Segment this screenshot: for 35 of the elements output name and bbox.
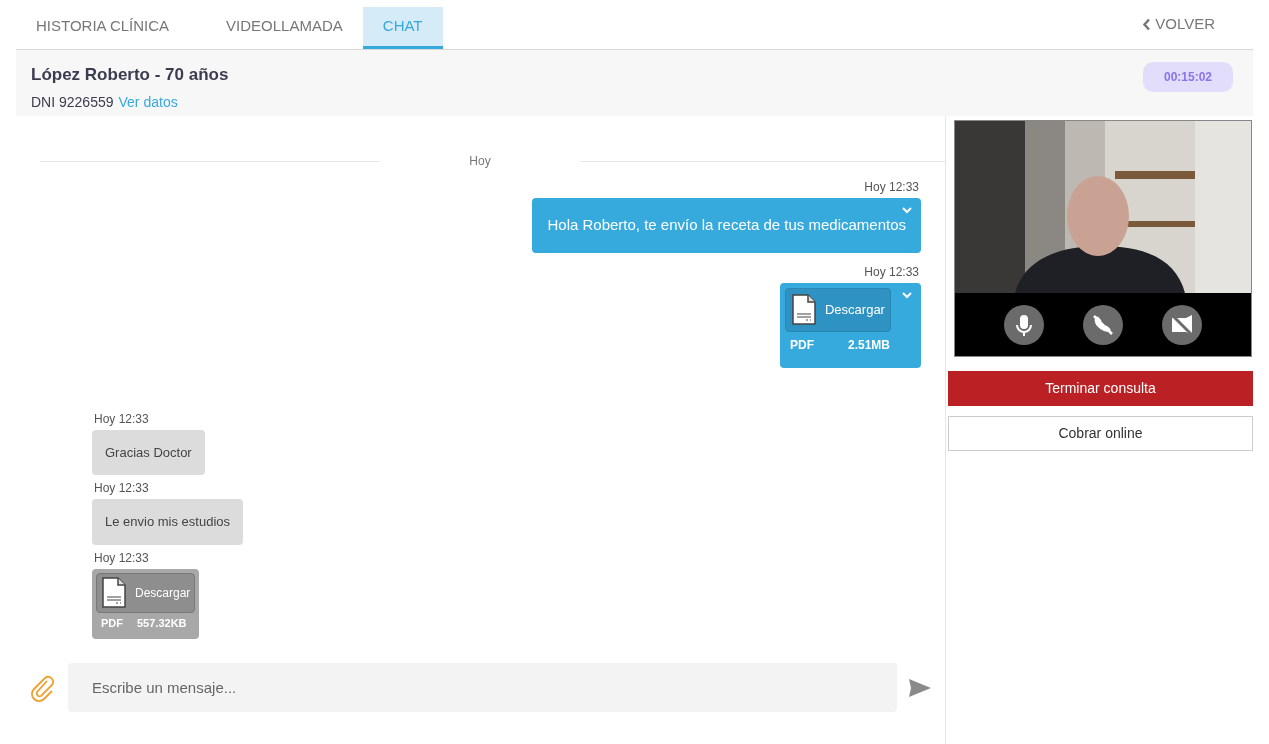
paperclip-icon[interactable] <box>30 673 56 702</box>
send-icon[interactable] <box>909 678 931 697</box>
message-time: Hoy 12:33 <box>93 410 150 428</box>
file-size: 2.51MB <box>847 336 890 354</box>
date-divider: Hoy <box>469 153 491 170</box>
tab[interactable]: HISTORIA CLÍNICA <box>16 7 190 49</box>
chevron-down-icon[interactable] <box>901 290 913 299</box>
message-time: Hoy 12:33 <box>93 480 150 497</box>
download-button[interactable]: Descargar <box>784 287 891 332</box>
microphone-icon[interactable] <box>1004 304 1045 345</box>
message-time: Hoy 12:33 <box>93 549 150 567</box>
tab[interactable]: VIDEOLLAMADA <box>206 7 363 49</box>
download-button[interactable]: Descargar <box>96 572 196 613</box>
chevron-left-icon <box>1142 18 1152 31</box>
call-timer: 00:15:02 <box>1142 62 1233 92</box>
view-data-link[interactable]: Ver datos <box>118 91 178 113</box>
back-button[interactable]: VOLVER <box>1142 0 1253 49</box>
message-text: Hola Roberto, te envío la receta de tus medicamentos <box>547 216 906 233</box>
message-time: Hoy 12:33 <box>863 179 920 196</box>
chevron-down-icon[interactable] <box>901 206 913 214</box>
end-consultation-button[interactable]: Terminar consulta <box>948 371 1253 406</box>
file-type: PDF <box>789 336 814 354</box>
file-type: PDF <box>101 615 123 631</box>
charge-online-button[interactable]: Cobrar online <box>948 416 1253 451</box>
document-icon <box>790 293 817 326</box>
patient-dni: DNI 9226559 <box>31 92 114 112</box>
camera-off-icon[interactable] <box>1161 304 1202 345</box>
message-text: Gracias Doctor <box>105 444 192 460</box>
message-text: Le envio mis estudios <box>105 514 230 529</box>
message-time: Hoy 12:33 <box>863 263 920 281</box>
document-icon <box>101 576 127 609</box>
phone-off-icon[interactable] <box>1083 304 1123 345</box>
patient-name: López Roberto - 70 años <box>31 64 229 86</box>
message-input[interactable]: Escribe un mensaje... <box>68 663 897 712</box>
file-size: 557.32KB <box>137 615 187 631</box>
